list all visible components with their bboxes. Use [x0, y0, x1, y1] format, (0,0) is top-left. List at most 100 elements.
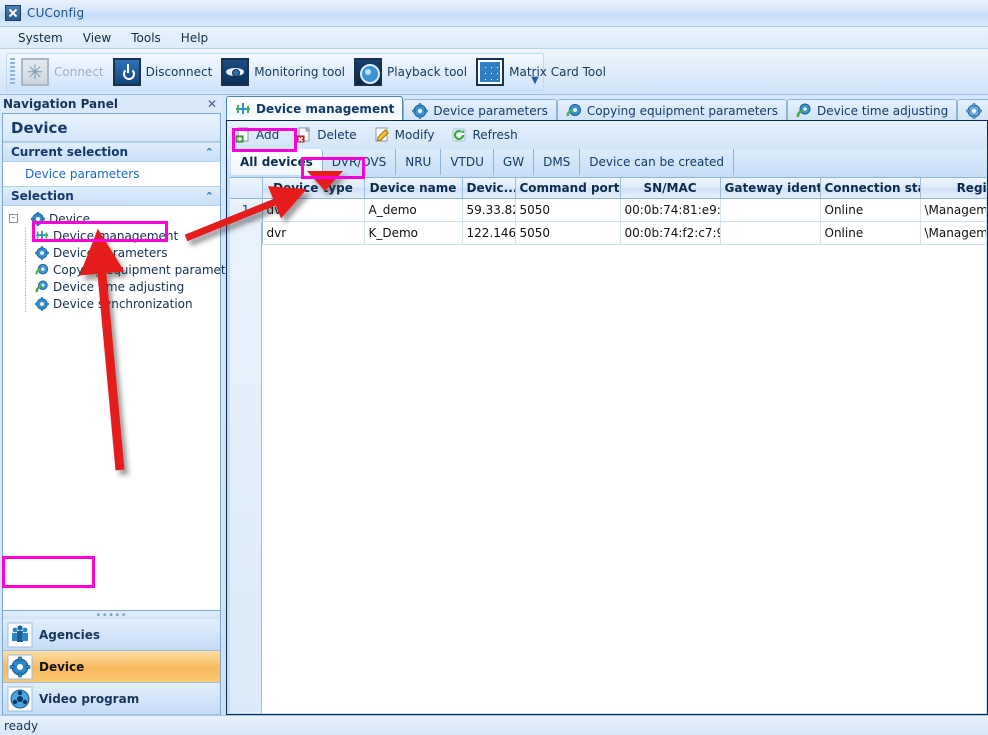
tab-device-parameters[interactable]: Device parameters: [403, 99, 557, 121]
people-icon: [7, 622, 33, 648]
gear-icon: [35, 296, 49, 311]
tab-copying-equipment-parameters[interactable]: Copying equipment parameters: [556, 99, 787, 121]
chevron-up-icon[interactable]: ⌃: [205, 190, 214, 203]
table-row[interactable]: 2 dvr K_Demo 122.146. 5050 00:0b:74:f2:c…: [230, 221, 986, 245]
table-row[interactable]: 1 dvr A_demo 59.33.82 5050 00:0b:74:81:e…: [230, 198, 986, 222]
tree-item-copying-equipment-parameters[interactable]: Copying equipment parameters: [23, 261, 244, 278]
delete-button[interactable]: Delete: [291, 123, 366, 147]
matrix-card-tool-button[interactable]: Matrix Card Tool: [474, 55, 613, 89]
application-window: CUConfig System View Tools Help Connect …: [0, 0, 988, 735]
menu-item-help[interactable]: Help: [171, 29, 218, 47]
copy-gear-icon: [566, 103, 582, 119]
device-management-icon: [235, 101, 251, 117]
delete-button-label: Delete: [317, 128, 357, 142]
column-header-device-ip[interactable]: Devic...: [462, 178, 516, 199]
column-header-gateway[interactable]: Gateway identi...: [720, 178, 821, 199]
tab-device-time-adjusting[interactable]: Device time adjusting: [787, 99, 958, 121]
column-header-device-type[interactable]: Device type: [262, 178, 365, 199]
column-header-device-name[interactable]: Device name: [364, 178, 463, 199]
app-x-icon: [5, 5, 21, 21]
device-table-container[interactable]: Device type Device name Devic... Command…: [230, 177, 986, 713]
navigation-splitter[interactable]: •••••: [2, 611, 221, 621]
cell-device-name: A_demo: [364, 198, 463, 222]
tab-device-management[interactable]: Device management: [226, 96, 404, 121]
tree-node-device[interactable]: - Device: [9, 210, 220, 227]
tab-strip: Device management Device parameters Copy…: [226, 95, 988, 121]
tree-node-device-label: Device: [49, 211, 91, 226]
modify-button[interactable]: Modify: [369, 123, 445, 147]
tree-item-device-parameters[interactable]: Device parameters: [23, 244, 220, 261]
copy-gear-icon: [35, 263, 49, 277]
title-bar: CUConfig: [0, 0, 988, 27]
add-button-label: Add: [256, 128, 280, 142]
sidebar-item-device-label: Device: [39, 659, 85, 674]
column-header-connection-status[interactable]: Connection sta...: [820, 178, 921, 199]
section-current-selection[interactable]: Current selection ⌃: [3, 142, 220, 162]
main-content: Device management Device parameters Copy…: [226, 95, 988, 715]
section-selection-label: Selection: [11, 189, 74, 203]
matrix-card-tool-label: Matrix Card Tool: [509, 65, 606, 79]
filter-tab-vtdu[interactable]: VTDU: [441, 149, 494, 175]
column-header-region[interactable]: Region: [920, 178, 986, 199]
action-toolbar: Add Delete Modify Refresh: [227, 121, 987, 149]
cell-device-name: K_Demo: [364, 221, 463, 245]
sidebar-item-video-program[interactable]: Video program: [3, 683, 220, 715]
tree-item-device-management[interactable]: Device management: [23, 227, 220, 244]
navigation-panel: Navigation Panel ✕ Device Current select…: [0, 95, 244, 735]
tab-device-time-adjusting-label: Device time adjusting: [817, 103, 949, 118]
add-icon: [235, 126, 251, 143]
tab-device-parameters-label: Device parameters: [433, 103, 548, 118]
disconnect-button[interactable]: Disconnect: [111, 55, 220, 89]
gear-icon: [412, 102, 429, 119]
cell-rownum: 1: [230, 198, 263, 222]
cell-sn-mac: 00:0b:74:81:e9:1a: [620, 198, 721, 222]
current-selection-link-device-parameters[interactable]: Device parameters: [3, 162, 220, 186]
playback-tool-button[interactable]: Playback tool: [352, 55, 474, 89]
tree-item-device-management-label: Device management: [53, 228, 179, 243]
connect-button[interactable]: Connect: [19, 55, 111, 89]
column-header-command-port[interactable]: Command port: [515, 178, 621, 199]
menu-item-system[interactable]: System: [8, 29, 73, 47]
grid-icon: [476, 58, 505, 86]
tree-connector: [23, 278, 35, 295]
toolbar-drag-grip[interactable]: [10, 58, 15, 86]
menu-item-tools[interactable]: Tools: [121, 29, 171, 47]
device-management-icon: [35, 229, 49, 243]
eye-icon: [221, 58, 250, 86]
menu-bar: System View Tools Help: [0, 27, 988, 49]
cell-gateway: [720, 198, 821, 222]
column-header-rownum[interactable]: [230, 178, 263, 199]
cell-device-type: dvr: [262, 198, 365, 222]
filter-tab-dvr-dvs[interactable]: DVR/DVS: [323, 149, 397, 175]
tab-device-synchronization[interactable]: Device synchronization: [957, 99, 988, 121]
close-icon[interactable]: ✕: [205, 97, 219, 111]
tree-item-device-time-adjusting-label: Device time adjusting: [53, 279, 185, 294]
sidebar-item-agencies[interactable]: Agencies: [3, 619, 220, 651]
chevron-up-icon[interactable]: ⌃: [205, 146, 214, 159]
status-bar: ready: [0, 715, 988, 735]
add-button[interactable]: Add: [230, 123, 289, 147]
section-selection[interactable]: Selection ⌃: [3, 186, 220, 206]
filter-tab-all-devices[interactable]: All devices: [231, 149, 323, 175]
tree-item-device-synchronization[interactable]: Device synchronization: [23, 295, 220, 312]
sync-gear-icon: [796, 103, 812, 119]
tree-item-device-synchronization-label: Device synchronization: [53, 296, 193, 311]
filter-tab-dms[interactable]: DMS: [534, 149, 581, 175]
tree-item-device-time-adjusting[interactable]: Device time adjusting: [23, 278, 220, 295]
filter-tab-device-can-be-created[interactable]: Device can be created: [580, 149, 735, 175]
tree-connector: [23, 295, 35, 312]
menu-item-view[interactable]: View: [73, 29, 121, 47]
main-toolbar: Connect Disconnect Monitoring tool Playb…: [0, 49, 988, 95]
filter-tab-gw[interactable]: GW: [494, 149, 535, 175]
refresh-button[interactable]: Refresh: [446, 123, 527, 147]
tree-item-device-parameters-label: Device parameters: [53, 245, 168, 260]
delete-icon: [296, 126, 312, 143]
tree-expand-toggle[interactable]: -: [9, 214, 18, 223]
monitoring-tool-button[interactable]: Monitoring tool: [219, 55, 352, 89]
column-header-sn-mac[interactable]: SN/MAC: [620, 178, 721, 199]
sidebar-item-device[interactable]: Device: [3, 651, 220, 683]
cell-region: \Management: [920, 221, 986, 245]
chevron-down-icon[interactable]: ▼: [529, 74, 541, 88]
filter-tab-nru[interactable]: NRU: [396, 149, 442, 175]
sidebar-item-video-program-label: Video program: [39, 691, 140, 706]
